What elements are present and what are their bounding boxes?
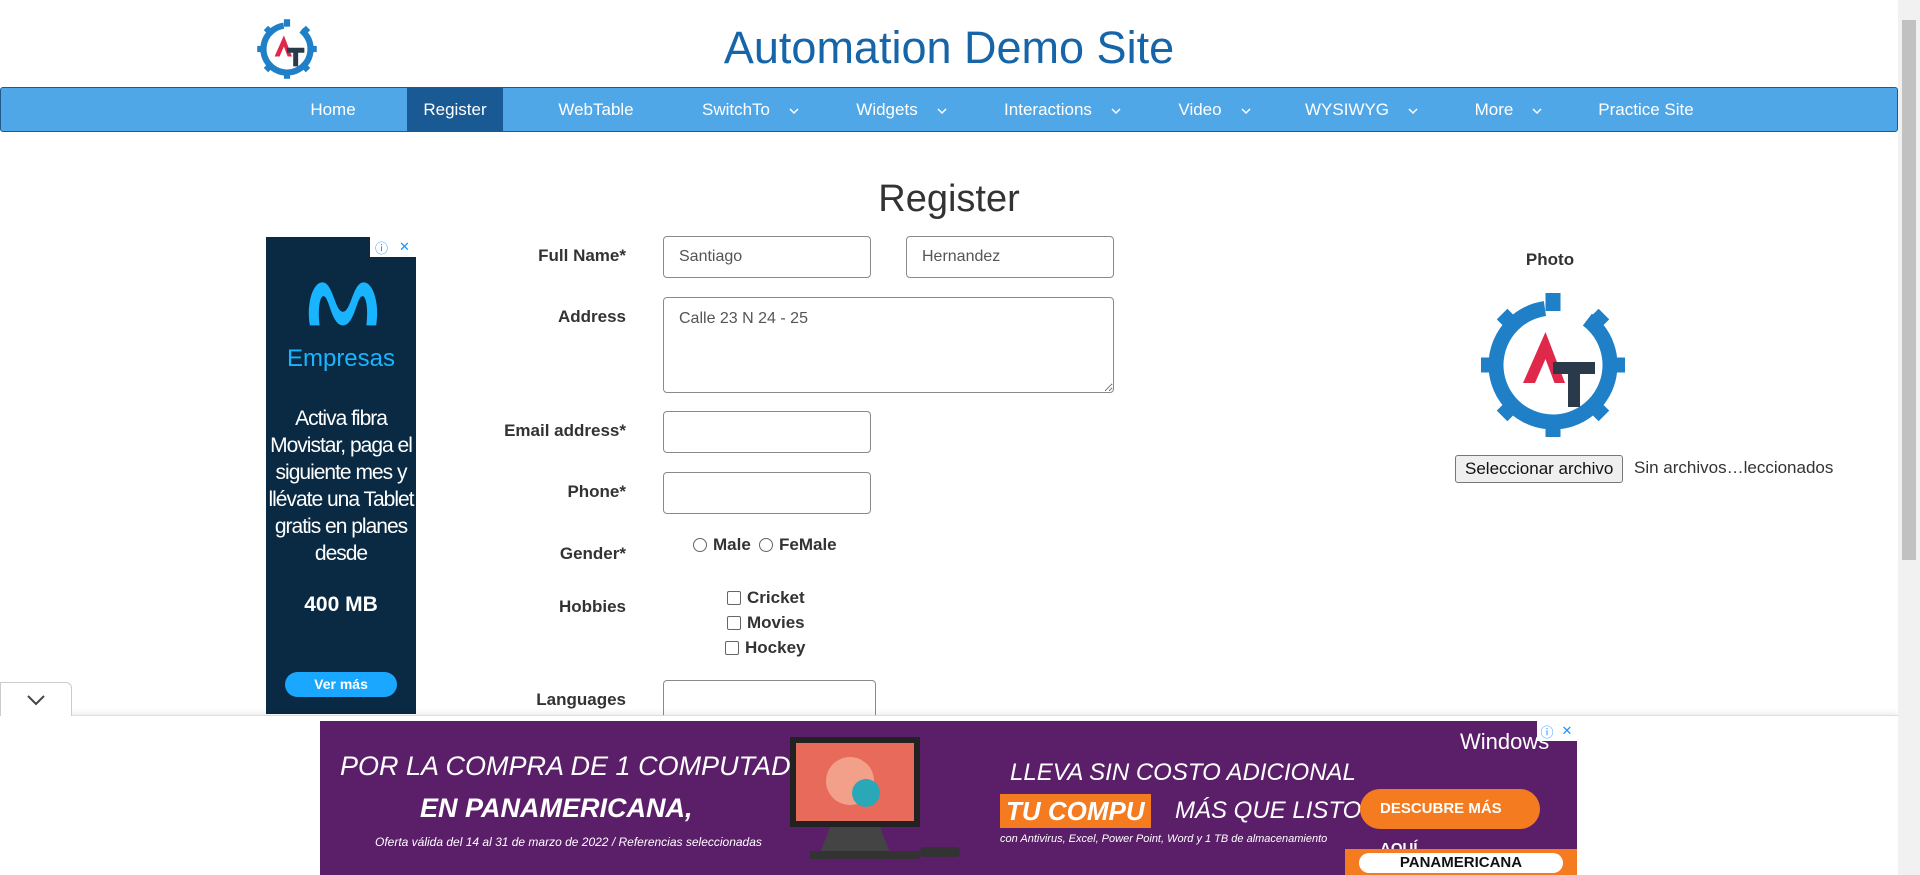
scrollbar-thumb[interactable]	[1902, 20, 1916, 560]
nav-widgets-label: Widgets	[856, 100, 918, 119]
gender-male-label: Male	[713, 535, 751, 554]
site-title: Automation Demo Site	[723, 22, 1175, 73]
radio-circle-icon	[759, 538, 773, 552]
nav-widgets[interactable]: Widgets	[847, 88, 957, 131]
checkbox-icon	[725, 641, 739, 655]
store-logo-text: PANAMERICANA	[1359, 853, 1563, 873]
hobby-cricket-checkbox[interactable]: Cricket	[727, 588, 805, 608]
side-advertisement[interactable]: ⓘ ✕ Empresas Activa fibra Movistar, paga…	[266, 237, 416, 714]
ad-brand-text: Empresas	[286, 345, 396, 372]
ad-close-icon[interactable]: ✕	[393, 237, 416, 257]
chevron-down-icon	[1241, 107, 1251, 114]
ad-choices-badge[interactable]: ⓘ ✕	[370, 237, 416, 257]
ad-highlight-text: 400 MB	[304, 593, 378, 616]
bottom-ad-choices-badge[interactable]: ⓘ ✕	[1537, 721, 1577, 741]
nav-practice-site[interactable]: Practice Site	[1585, 88, 1707, 131]
nav-webtable[interactable]: WebTable	[541, 88, 651, 131]
chevron-down-icon	[937, 107, 947, 114]
bottom-ad-right-line1: LLEVA SIN COSTO ADICIONAL	[1010, 759, 1356, 786]
ad-info-icon[interactable]: ⓘ	[370, 237, 393, 257]
phone-input[interactable]	[663, 472, 871, 514]
address-textarea[interactable]: Calle 23 N 24 - 25	[663, 297, 1114, 393]
chevron-down-icon	[27, 695, 45, 706]
gender-female-label: FeMale	[779, 535, 837, 554]
nav-video[interactable]: Video	[1167, 88, 1263, 131]
choose-file-button[interactable]: Seleccionar archivo	[1455, 455, 1624, 483]
nav-more-label: More	[1474, 100, 1514, 119]
nav-interactions-label: Interactions	[1004, 100, 1092, 119]
nav-interactions[interactable]: Interactions	[993, 88, 1133, 131]
nav-video-label: Video	[1178, 100, 1222, 119]
windows-logo-text: Windows	[1460, 729, 1550, 754]
hobby-movies-checkbox[interactable]: Movies	[727, 613, 805, 633]
email-input[interactable]	[663, 411, 871, 453]
hobby-cricket-label: Cricket	[747, 588, 805, 607]
bottom-ad-cta-button[interactable]: DESCUBRE MÁS AQUÍ	[1360, 789, 1540, 857]
chevron-down-icon	[789, 107, 799, 114]
ad-close-icon[interactable]: ✕	[1557, 721, 1577, 741]
chevron-down-icon	[1111, 107, 1121, 114]
nav-switchto[interactable]: SwitchTo	[691, 88, 811, 131]
checkbox-icon	[727, 591, 741, 605]
gender-male-radio[interactable]: Male	[693, 535, 751, 555]
photo-label: Photo	[1525, 250, 1575, 269]
nav-home[interactable]: Home	[298, 88, 368, 131]
bottom-ad-fine-print: Oferta válida del 14 al 31 de marzo de 2…	[375, 835, 762, 849]
checkbox-icon	[727, 616, 741, 630]
main-navbar: Home Register WebTable SwitchTo Widgets …	[0, 87, 1898, 132]
hobby-movies-label: Movies	[747, 613, 805, 632]
ad-info-icon[interactable]: ⓘ	[1537, 721, 1557, 741]
bottom-ad-right-line2: MÁS QUE LISTO	[1175, 797, 1362, 824]
bottom-advertisement[interactable]: POR LA COMPRA DE 1 COMPUTADOR EN PANAMER…	[320, 721, 1577, 875]
page-scrollbar[interactable]	[1898, 0, 1920, 875]
computer-product-image	[790, 737, 960, 859]
movistar-logo-icon	[308, 282, 378, 326]
store-logo: PANAMERICANA	[1345, 849, 1577, 875]
nav-switchto-label: SwitchTo	[701, 100, 771, 119]
bottom-ad-line2: EN PANAMERICANA,	[420, 793, 693, 823]
hobby-hockey-label: Hockey	[745, 638, 806, 657]
ad-cta-button[interactable]: Ver más	[285, 672, 397, 697]
ad-body-text: Activa fibra Movistar, paga el siguiente…	[268, 407, 414, 565]
file-status-text: Sin archivos…leccionados	[1634, 458, 1834, 477]
nav-wysiwyg[interactable]: WYSIWYG	[1297, 88, 1427, 131]
bottom-ad-right-fine: con Antivirus, Excel, Power Point, Word …	[1000, 833, 1328, 845]
nav-wysiwyg-label: WYSIWYG	[1304, 100, 1390, 119]
gender-female-radio[interactable]: FeMale	[759, 535, 837, 555]
nav-more[interactable]: More	[1463, 88, 1555, 131]
chevron-down-icon	[1532, 107, 1542, 114]
radio-circle-icon	[693, 538, 707, 552]
bottom-ad-tag: TU COMPU	[1000, 794, 1151, 828]
nav-register[interactable]: Register	[407, 88, 503, 131]
last-name-input[interactable]	[906, 236, 1114, 278]
page-title: Register	[878, 178, 1020, 220]
first-name-input[interactable]	[663, 236, 871, 278]
chevron-down-icon	[1408, 107, 1418, 114]
collapse-ad-button[interactable]	[0, 682, 72, 716]
hobby-hockey-checkbox[interactable]: Hockey	[725, 638, 805, 658]
bottom-ad-line1: POR LA COMPRA DE 1 COMPUTADOR	[340, 751, 832, 781]
photo-preview-image	[1481, 293, 1625, 437]
